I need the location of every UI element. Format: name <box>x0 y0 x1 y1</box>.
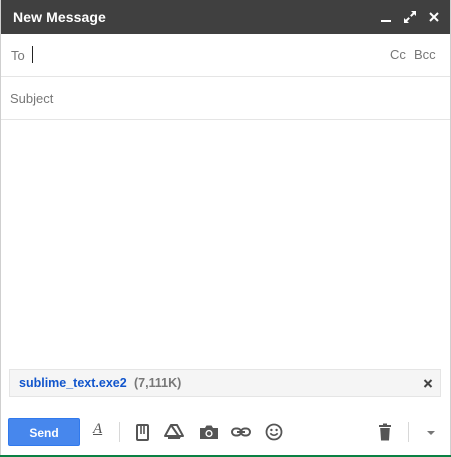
trash-icon[interactable] <box>374 422 396 442</box>
remove-attachment-icon[interactable] <box>422 376 434 390</box>
emoji-icon[interactable] <box>263 422 285 442</box>
photo-icon[interactable] <box>198 422 220 442</box>
close-icon[interactable] <box>426 9 442 25</box>
compose-titlebar[interactable]: New Message <box>1 0 450 34</box>
message-body[interactable] <box>1 120 450 365</box>
compose-window: New Message To Cc Bcc sublime_text.exe2 … <box>0 0 451 456</box>
bcc-link[interactable]: Bcc <box>414 47 436 62</box>
window-title: New Message <box>13 9 106 25</box>
toolbar-divider <box>408 422 409 442</box>
send-button[interactable]: Send <box>8 418 80 446</box>
minimize-icon[interactable] <box>378 9 394 25</box>
compose-toolbar: Send A <box>1 406 450 456</box>
attach-icon[interactable] <box>132 422 154 442</box>
subject-row <box>1 77 450 120</box>
toolbar-divider <box>119 422 120 442</box>
to-label: To <box>11 48 25 63</box>
subject-input[interactable] <box>10 85 430 111</box>
link-icon[interactable] <box>230 422 252 442</box>
text-cursor <box>32 46 33 63</box>
expand-icon[interactable] <box>402 9 418 25</box>
drive-icon[interactable] <box>163 422 185 442</box>
attachment-size: (7,111K) <box>134 376 182 390</box>
attachment-name[interactable]: sublime_text.exe2 <box>19 376 127 390</box>
cc-link[interactable]: Cc <box>390 47 406 62</box>
format-text-icon[interactable]: A <box>93 421 107 438</box>
to-input[interactable] <box>35 42 379 70</box>
to-row: To Cc Bcc <box>1 34 450 77</box>
more-options-icon[interactable] <box>420 422 442 442</box>
attachment-chip: sublime_text.exe2 (7,111K) <box>9 369 441 397</box>
